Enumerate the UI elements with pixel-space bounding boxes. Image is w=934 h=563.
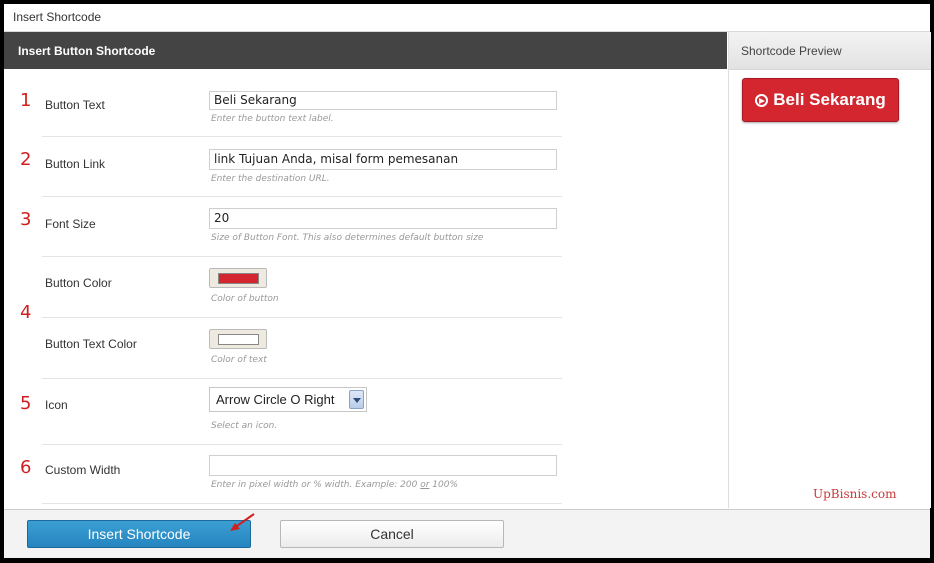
form-pane: Insert Button Shortcode 1 Button Text Be… xyxy=(4,32,727,508)
step-number: 3 xyxy=(20,209,32,230)
row-divider xyxy=(42,96,562,137)
row-divider xyxy=(42,398,562,445)
form-header: Insert Button Shortcode xyxy=(4,32,727,69)
insert-shortcode-label: Insert Shortcode xyxy=(87,526,191,542)
row-divider xyxy=(42,464,562,504)
row-divider xyxy=(42,337,562,379)
arrow-circle-o-right-icon xyxy=(755,93,769,107)
step-number: 4 xyxy=(20,302,32,323)
step-number: 6 xyxy=(20,457,32,478)
step-number: 1 xyxy=(20,90,32,111)
form-header-title: Insert Button Shortcode xyxy=(18,44,156,58)
cancel-button[interactable]: Cancel xyxy=(280,520,504,548)
insert-shortcode-dialog: Insert Shortcode Insert Button Shortcode… xyxy=(4,4,931,558)
dialog-titlebar: Insert Shortcode xyxy=(4,4,930,32)
dialog-title: Insert Shortcode xyxy=(13,10,102,24)
red-arrow-annotation-icon xyxy=(230,513,255,531)
step-number: 2 xyxy=(20,149,32,170)
watermark: UpBisnis.com xyxy=(813,487,897,501)
preview-button: Beli Sekarang xyxy=(742,78,899,122)
step-number: 5 xyxy=(20,393,32,414)
preview-header: Shortcode Preview xyxy=(729,32,931,70)
row-divider xyxy=(42,156,562,197)
preview-button-label: Beli Sekarang xyxy=(773,90,886,109)
insert-shortcode-button[interactable]: Insert Shortcode xyxy=(27,520,251,548)
preview-header-title: Shortcode Preview xyxy=(741,44,842,58)
cancel-label: Cancel xyxy=(370,526,414,542)
row-divider xyxy=(42,276,562,318)
row-divider xyxy=(42,216,562,257)
preview-pane: Shortcode Preview Beli Sekarang UpBisnis… xyxy=(728,32,931,508)
dialog-footer: Insert Shortcode Cancel xyxy=(4,509,930,558)
